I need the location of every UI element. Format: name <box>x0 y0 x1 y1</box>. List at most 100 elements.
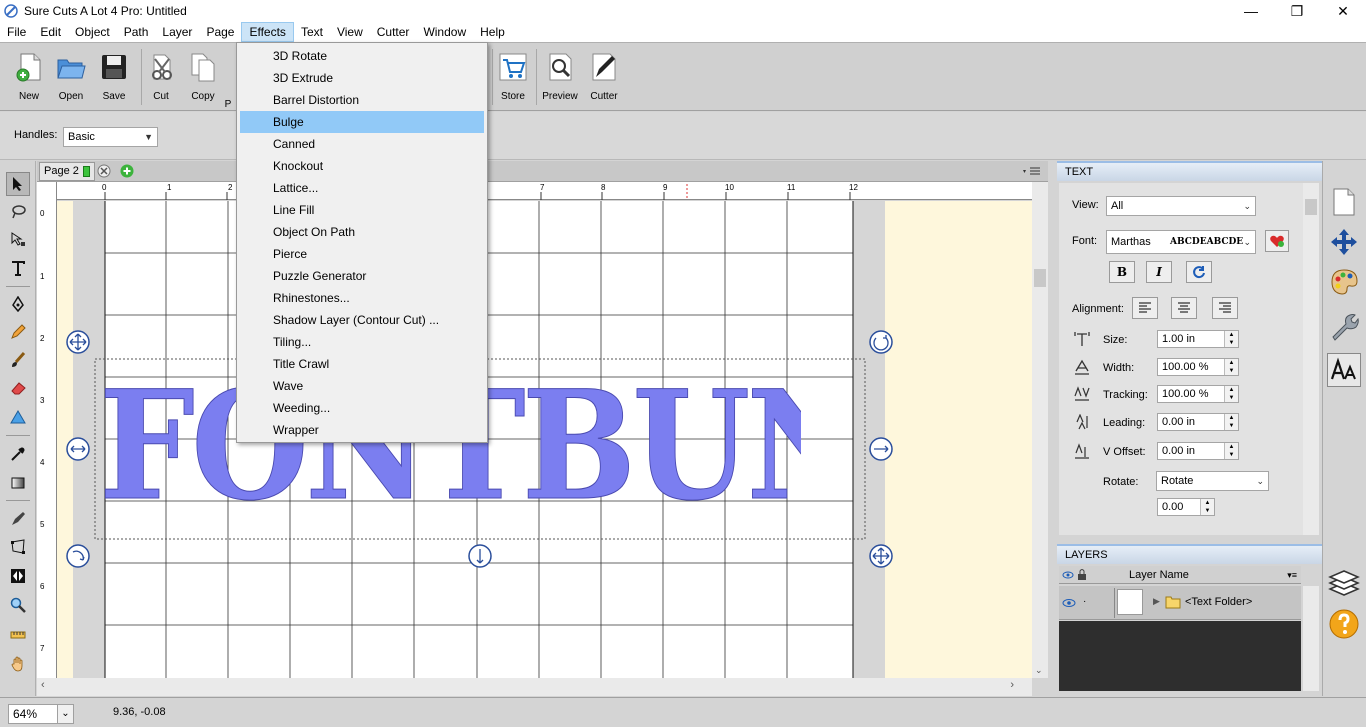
scroll-right-icon[interactable]: › <box>1010 679 1014 691</box>
menu-item-3d-rotate[interactable]: 3D Rotate <box>240 45 484 67</box>
measure-tool[interactable] <box>6 623 30 647</box>
zoom-select[interactable]: 64% ⌄ <box>8 704 74 724</box>
menu-text[interactable]: Text <box>294 22 330 42</box>
color-panel-button[interactable] <box>1327 265 1361 299</box>
rotate-amount-spinner[interactable]: ▲ ▼ <box>1200 499 1214 515</box>
menu-item-pierce[interactable]: Pierce <box>240 243 484 265</box>
transform-panel-button[interactable] <box>1327 225 1361 259</box>
minimize-button[interactable]: — <box>1228 0 1274 22</box>
favorite-font-button[interactable] <box>1265 230 1289 252</box>
resize-bottom-handle-icon[interactable] <box>468 544 492 568</box>
menu-layer[interactable]: Layer <box>155 22 199 42</box>
eyedropper-tool[interactable] <box>6 442 30 466</box>
menu-page[interactable]: Page <box>199 22 241 42</box>
pencil-tool[interactable] <box>6 320 30 344</box>
open-button[interactable]: Open <box>49 51 93 107</box>
eraser-tool[interactable] <box>6 376 30 400</box>
vertical-scrollbar[interactable]: ⌄ <box>1032 182 1048 678</box>
layers-options-icon[interactable]: ▾≡ <box>1287 566 1297 584</box>
knife-tool[interactable] <box>6 507 30 531</box>
zoom-tool[interactable] <box>6 593 30 617</box>
expand-arrow-icon[interactable]: ▶ <box>1153 596 1160 607</box>
layers-scrollbar[interactable] <box>1303 586 1319 691</box>
panel-options-icon[interactable] <box>1022 165 1042 177</box>
resize-corner-handle-icon[interactable] <box>869 544 893 568</box>
align-center-button[interactable] <box>1171 297 1197 319</box>
eye-icon[interactable] <box>1062 597 1076 609</box>
scroll-left-icon[interactable]: ‹ <box>41 679 45 691</box>
pen-tool[interactable] <box>6 292 30 316</box>
pan-tool[interactable] <box>6 652 30 676</box>
menu-cutter[interactable]: Cutter <box>370 22 417 42</box>
resize-left-handle-icon[interactable] <box>66 437 90 461</box>
reset-button[interactable] <box>1186 261 1212 283</box>
chevron-down-icon[interactable]: ⌄ <box>57 705 73 723</box>
gradient-tool[interactable] <box>6 471 30 495</box>
add-page-icon[interactable] <box>120 164 134 178</box>
menu-item-wave[interactable]: Wave <box>240 375 484 397</box>
rotate-bottom-left-handle-icon[interactable] <box>66 544 90 568</box>
handles-select[interactable]: Basic ▼ <box>63 127 158 147</box>
close-page-icon[interactable] <box>97 164 111 178</box>
menu-item-title-crawl[interactable]: Title Crawl <box>240 353 484 375</box>
size-input[interactable]: 1.00 in ▲ ▼ <box>1157 330 1239 348</box>
text-tool[interactable] <box>6 256 30 280</box>
voffset-spinner[interactable]: ▲ ▼ <box>1224 443 1238 459</box>
maximize-button[interactable]: ❐ <box>1274 0 1320 22</box>
view-select[interactable]: All ⌄ <box>1106 196 1256 216</box>
menu-view[interactable]: View <box>330 22 370 42</box>
store-button[interactable]: Store <box>491 51 535 107</box>
cutter-button[interactable]: Cutter <box>582 51 626 107</box>
page-tab[interactable]: Page 2 <box>39 162 95 181</box>
menu-edit[interactable]: Edit <box>33 22 68 42</box>
brush-tool[interactable] <box>6 348 30 372</box>
help-button[interactable] <box>1327 607 1361 641</box>
shape-tool[interactable] <box>6 405 30 429</box>
node-edit-tool[interactable] <box>6 227 30 251</box>
paste-button[interactable]: P <box>219 51 237 110</box>
menu-item-line-fill[interactable]: Line Fill <box>240 199 484 221</box>
italic-button[interactable]: I <box>1146 261 1172 283</box>
new-button[interactable]: New <box>7 51 51 107</box>
design-canvas[interactable]: FONTBUNDLES <box>57 201 1032 678</box>
menu-item-shadow-layer[interactable]: Shadow Layer (Contour Cut) ... <box>240 309 484 331</box>
save-button[interactable]: Save <box>92 51 136 107</box>
layer-row[interactable]: · ▶ <Text Folder> <box>1059 586 1301 620</box>
cut-button[interactable]: Cut <box>139 51 183 107</box>
align-right-button[interactable] <box>1212 297 1238 319</box>
menu-item-rhinestones[interactable]: Rhinestones... <box>240 287 484 309</box>
leading-spinner[interactable]: ▲ ▼ <box>1224 414 1238 430</box>
menu-effects[interactable]: Effects <box>241 22 294 42</box>
bold-button[interactable]: B <box>1109 261 1135 283</box>
width-spinner[interactable]: ▲ ▼ <box>1224 359 1238 375</box>
menu-item-canned[interactable]: Canned <box>240 133 484 155</box>
select-tool[interactable] <box>6 172 30 196</box>
menu-item-wrapper[interactable]: Wrapper <box>240 419 484 441</box>
horizontal-scrollbar[interactable]: ‹ › <box>37 678 1032 696</box>
menu-item-barrel-distortion[interactable]: Barrel Distortion <box>240 89 484 111</box>
text-panel-scrollbar[interactable] <box>1303 183 1319 535</box>
lock-toggle-icon[interactable]: · <box>1083 596 1086 607</box>
rotate-top-right-handle-icon[interactable] <box>869 330 893 354</box>
width-input[interactable]: 100.00 % ▲ ▼ <box>1157 358 1239 376</box>
menu-item-3d-extrude[interactable]: 3D Extrude <box>240 67 484 89</box>
menu-item-object-on-path[interactable]: Object On Path <box>240 221 484 243</box>
menu-help[interactable]: Help <box>473 22 512 42</box>
voffset-input[interactable]: 0.00 in ▲ ▼ <box>1157 442 1239 460</box>
tracking-input[interactable]: 100.00 % ▲ ▼ <box>1157 385 1239 403</box>
layers-panel-button[interactable] <box>1327 566 1361 600</box>
menu-item-weeding[interactable]: Weeding... <box>240 397 484 419</box>
resize-right-handle-icon[interactable] <box>869 437 893 461</box>
flip-tool[interactable] <box>6 564 30 588</box>
align-left-button[interactable] <box>1132 297 1158 319</box>
distort-tool[interactable] <box>6 535 30 559</box>
page-panel-button[interactable] <box>1327 185 1361 219</box>
leading-input[interactable]: 0.00 in ▲ ▼ <box>1157 413 1239 431</box>
menu-item-puzzle-generator[interactable]: Puzzle Generator <box>240 265 484 287</box>
menu-path[interactable]: Path <box>117 22 156 42</box>
scroll-thumb[interactable] <box>1034 269 1046 287</box>
tracking-spinner[interactable]: ▲ ▼ <box>1224 386 1238 402</box>
scroll-down-icon[interactable]: ⌄ <box>1035 665 1043 676</box>
menu-item-lattice[interactable]: Lattice... <box>240 177 484 199</box>
rotate-select[interactable]: Rotate ⌄ <box>1156 471 1269 491</box>
